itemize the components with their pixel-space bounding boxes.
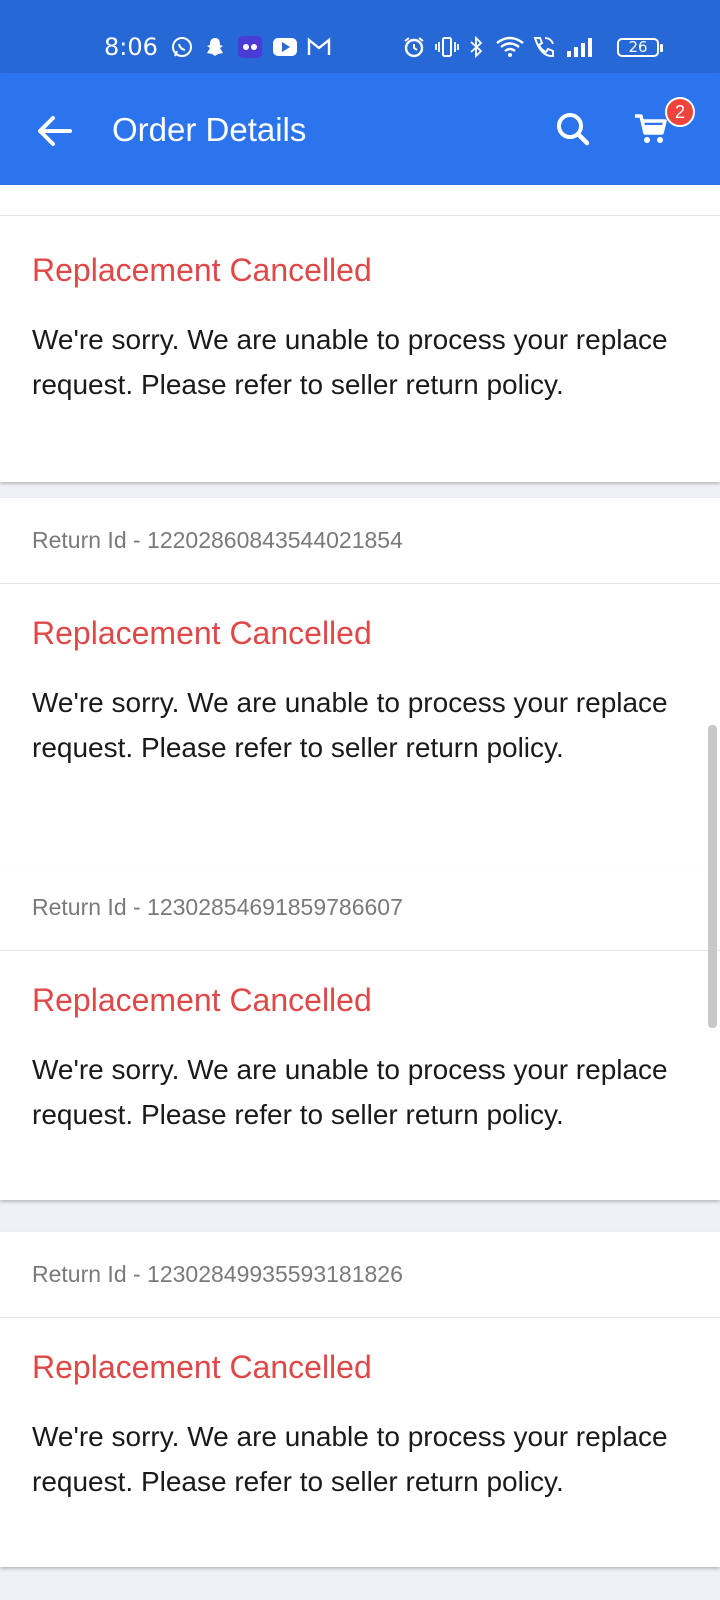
app-icon <box>237 34 263 60</box>
status-bar: 8:06 26 <box>0 0 720 73</box>
return-card: Replacement Cancelled We're sorry. We ar… <box>0 185 720 482</box>
back-button[interactable] <box>32 109 76 153</box>
return-status-message: We're sorry. We are unable to process yo… <box>32 324 668 400</box>
return-status-title: Replacement Cancelled <box>32 252 372 288</box>
wifi-call-icon <box>530 34 558 60</box>
search-button[interactable] <box>551 107 595 151</box>
vibrate-icon <box>435 34 459 60</box>
wifi-icon <box>494 34 526 60</box>
cart-icon <box>635 114 667 143</box>
status-time: 8:06 <box>104 33 158 61</box>
return-status-message: We're sorry. We are unable to process yo… <box>32 1054 668 1130</box>
signal-icon <box>565 34 595 60</box>
app-bar: Order Details <box>0 73 720 185</box>
youtube-icon <box>271 34 299 60</box>
return-id-row: Return Id - 12302854691859786607 <box>0 865 720 951</box>
scrollbar[interactable] <box>708 725 717 1028</box>
snapchat-icon <box>203 34 227 60</box>
return-status-title: Replacement Cancelled <box>32 1349 372 1385</box>
bluetooth-icon <box>466 34 486 60</box>
divider <box>0 215 720 216</box>
whatsapp-icon <box>170 34 194 60</box>
return-id-row: Return Id - 12302849935593181826 <box>0 1232 720 1318</box>
return-card: Return Id - 12302849935593181826 Replace… <box>0 1232 720 1567</box>
return-status-message: We're sorry. We are unable to process yo… <box>32 1421 668 1497</box>
return-id-row: Return Id - 12202860843544021854 <box>0 498 720 584</box>
return-id: Return Id - 12302854691859786607 <box>32 894 403 920</box>
alarm-icon <box>402 34 426 60</box>
return-id: Return Id - 12202860843544021854 <box>32 527 403 553</box>
return-card: Return Id - 12302854691859786607 Replace… <box>0 865 720 1200</box>
return-status-title: Replacement Cancelled <box>32 982 372 1018</box>
battery-icon: 26 <box>617 38 663 57</box>
search-icon <box>557 113 590 146</box>
arrow-left-icon <box>38 116 72 146</box>
return-id: Return Id - 12302849935593181826 <box>32 1261 403 1287</box>
gmail-icon <box>306 34 332 60</box>
return-status-title: Replacement Cancelled <box>32 615 372 651</box>
cart-count-badge: 2 <box>665 97 695 127</box>
return-status-message: We're sorry. We are unable to process yo… <box>32 687 668 763</box>
page-title: Order Details <box>112 111 307 148</box>
